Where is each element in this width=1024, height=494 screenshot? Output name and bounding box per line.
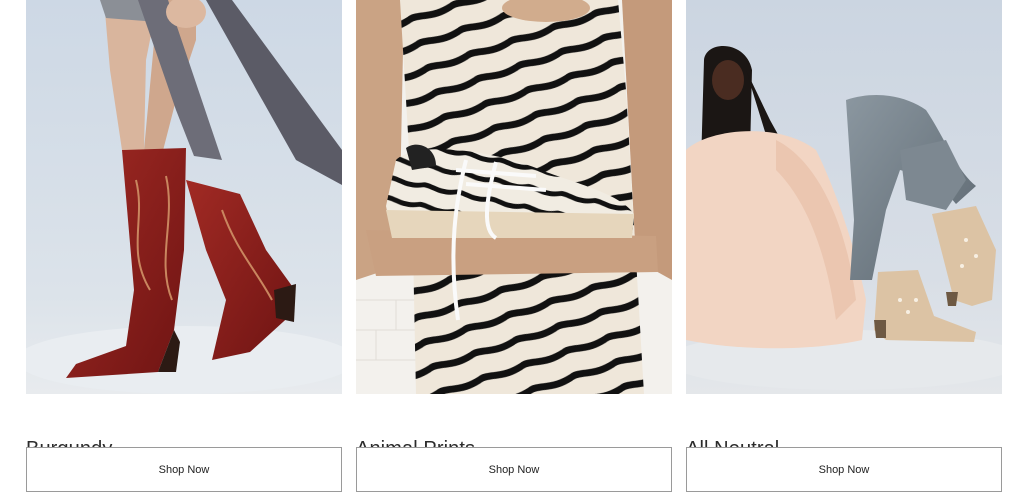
category-card-all-neutral: All Neutral Shop Now — [686, 0, 1002, 492]
category-grid: Burgundy Shop Now — [0, 0, 1024, 494]
burgundy-boots-image[interactable] — [26, 0, 342, 394]
neutral-outfit-image[interactable] — [686, 0, 1002, 394]
zebra-sneaker-image[interactable] — [356, 0, 672, 394]
category-card-burgundy: Burgundy Shop Now — [26, 0, 342, 492]
shop-now-button[interactable]: Shop Now — [26, 447, 342, 492]
category-card-animal-prints: Animal Prints Shop Now — [356, 0, 672, 492]
shop-now-button[interactable]: Shop Now — [356, 447, 672, 492]
shop-now-button[interactable]: Shop Now — [686, 447, 1002, 492]
